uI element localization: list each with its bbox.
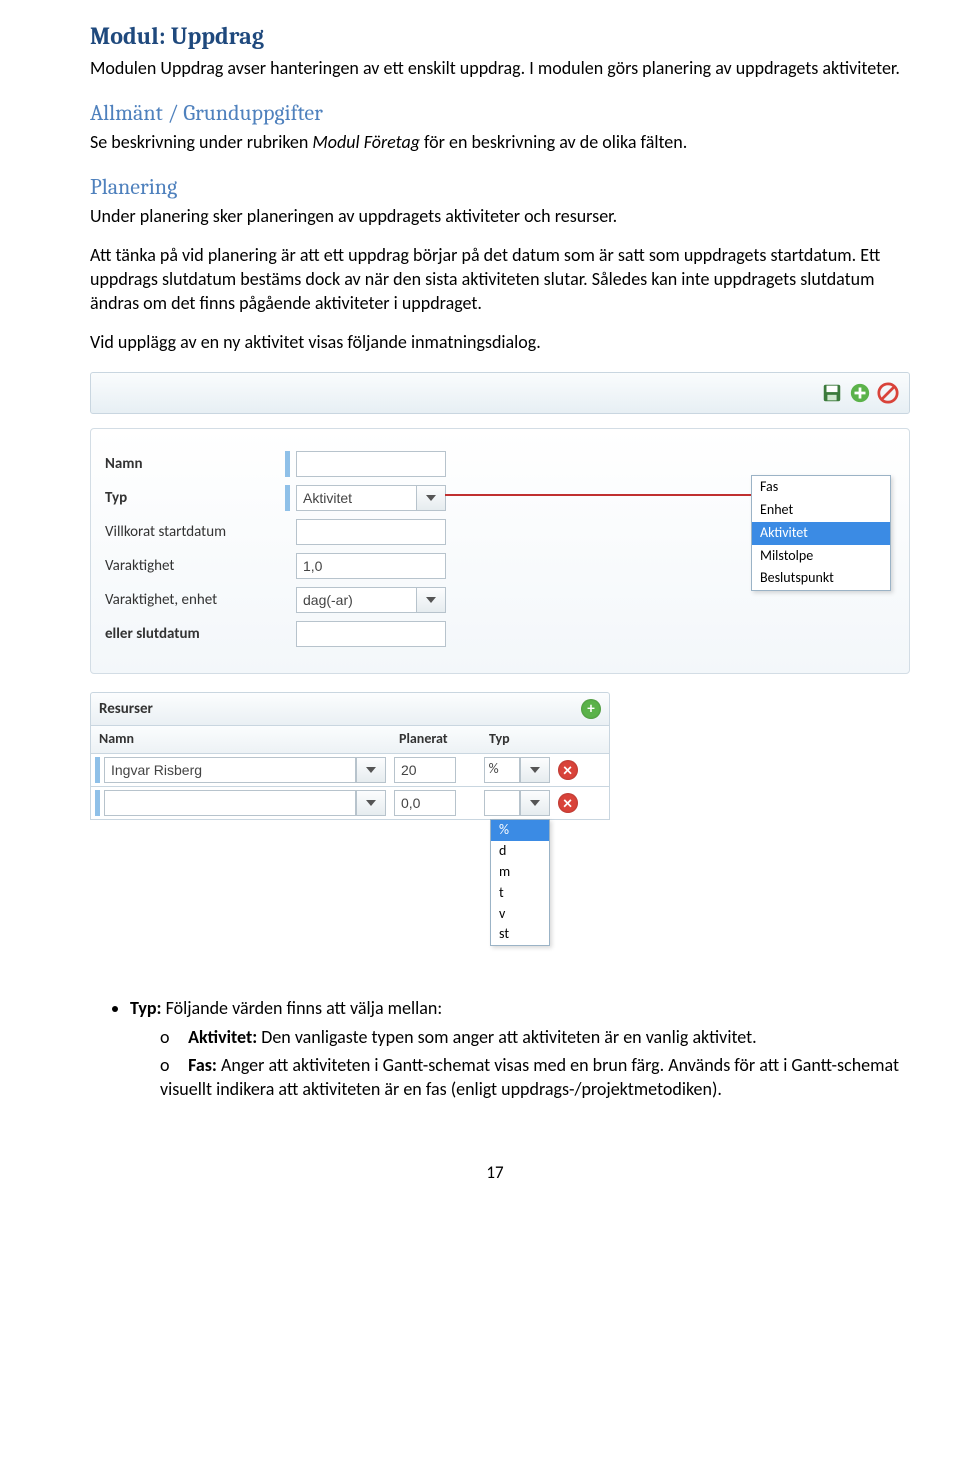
- resource-row: ×: [90, 787, 610, 820]
- typ-unit-option[interactable]: m: [491, 862, 549, 883]
- typ-unit-option[interactable]: t: [491, 883, 549, 904]
- enhet-dropdown-button[interactable]: [416, 587, 446, 613]
- resource-planerat-input[interactable]: [394, 757, 456, 783]
- heading-planering: Planering: [90, 173, 900, 203]
- required-mark: [285, 485, 290, 511]
- typ-dropdown-button[interactable]: [416, 485, 446, 511]
- save-icon[interactable]: [821, 382, 843, 404]
- label-slutdatum: eller slutdatum: [105, 624, 285, 644]
- chevron-down-icon: [426, 597, 436, 603]
- col-planerat: Planerat: [391, 726, 481, 753]
- typ-unit-option-selected[interactable]: %: [491, 820, 549, 841]
- resources-title: Resurser: [99, 699, 153, 719]
- planering-p2: Att tänka på vid planering är att ett up…: [90, 243, 900, 316]
- allmant-ital: Modul Företag: [312, 131, 420, 153]
- planering-p3: Vid upplägg av en ny aktivitet visas föl…: [90, 330, 900, 354]
- namn-input[interactable]: [296, 451, 446, 477]
- allmant-text: Se beskrivning under rubriken Modul Före…: [90, 130, 900, 154]
- intro-paragraph: Modulen Uppdrag avser hanteringen av ett…: [90, 56, 900, 80]
- allmant-pre: Se beskrivning under rubriken: [90, 131, 312, 153]
- typ-unit-option[interactable]: d: [491, 841, 549, 862]
- col-name: Namn: [91, 726, 391, 753]
- required-mark: [285, 451, 290, 477]
- typ-unit-option[interactable]: st: [491, 924, 549, 945]
- label-varaktighet-enhet: Varaktighet, enhet: [105, 590, 285, 610]
- list-marker: o: [160, 1025, 184, 1049]
- resource-name-input[interactable]: [104, 757, 356, 783]
- resource-typ-dropdown[interactable]: [520, 757, 550, 783]
- varaktighet-input[interactable]: [296, 553, 446, 579]
- sub-bullet-label: Fas:: [188, 1054, 217, 1076]
- resources-header: Resurser +: [90, 692, 610, 726]
- typ-option[interactable]: Beslutspunkt: [752, 567, 890, 590]
- planering-p1: Under planering sker planeringen av uppd…: [90, 204, 900, 228]
- add-resource-icon[interactable]: +: [581, 699, 601, 719]
- cancel-icon[interactable]: [877, 382, 899, 404]
- delete-resource-icon[interactable]: ×: [558, 793, 578, 813]
- sub-bullet-text: Den vanligaste typen som anger att aktiv…: [257, 1026, 757, 1048]
- villkorat-input[interactable]: [296, 519, 446, 545]
- resource-name-dropdown[interactable]: [356, 757, 386, 783]
- label-namn: Namn: [105, 454, 285, 474]
- sub-bullet-label: Aktivitet:: [188, 1026, 257, 1048]
- activity-form: Namn Typ Villkorat startdatum Varaktighe…: [90, 428, 910, 674]
- chevron-down-icon: [426, 495, 436, 501]
- resource-name-input[interactable]: [104, 790, 356, 816]
- bullet-typ-label: Typ:: [130, 997, 162, 1019]
- typ-unit-option[interactable]: v: [491, 904, 549, 925]
- resource-name-dropdown[interactable]: [356, 790, 386, 816]
- col-typ: Typ: [481, 726, 571, 753]
- label-typ: Typ: [105, 488, 285, 508]
- label-villkorat: Villkorat startdatum: [105, 522, 285, 542]
- label-varaktighet: Varaktighet: [105, 556, 285, 576]
- delete-resource-icon[interactable]: ×: [558, 760, 578, 780]
- page-title: Modul: Uppdrag: [90, 20, 900, 52]
- resource-typ-input[interactable]: [484, 790, 520, 816]
- varaktighet-enhet-input[interactable]: [296, 587, 416, 613]
- resource-row: % ×: [90, 754, 610, 787]
- chevron-down-icon: [366, 800, 376, 806]
- add-icon[interactable]: [849, 382, 871, 404]
- resource-typ-input[interactable]: %: [484, 757, 520, 783]
- resource-planerat-input[interactable]: [394, 790, 456, 816]
- sub-bullet-text: Anger att aktiviteten i Gantt-schemat vi…: [160, 1054, 899, 1100]
- sub-bullet: o Fas: Anger att aktiviteten i Gantt-sch…: [160, 1053, 900, 1102]
- required-mark: [95, 790, 100, 816]
- typ-option-selected[interactable]: Aktivitet: [752, 522, 890, 545]
- heading-allmant: Allmänt / Grunduppgifter: [90, 99, 900, 129]
- chevron-down-icon: [530, 800, 540, 806]
- typ-input[interactable]: [296, 485, 416, 511]
- typ-option[interactable]: Enhet: [752, 499, 890, 522]
- resources-columns: Namn Planerat Typ: [90, 726, 610, 754]
- row-slutdatum: eller slutdatum: [105, 617, 895, 651]
- slutdatum-input[interactable]: [296, 621, 446, 647]
- toolbar: [90, 372, 910, 414]
- typ-option[interactable]: Fas: [752, 476, 890, 499]
- resources-panel: Resurser + Namn Planerat Typ % ×: [90, 692, 610, 946]
- typ-option[interactable]: Milstolpe: [752, 545, 890, 568]
- bullet-typ-text: Följande värden finns att välja mellan:: [162, 997, 443, 1019]
- required-mark: [95, 757, 100, 783]
- page-number: 17: [90, 1162, 900, 1185]
- typ-unit-popup: % d m t v st: [490, 819, 550, 946]
- bullet-list: Typ: Följande värden finns att välja mel…: [90, 996, 900, 1101]
- sub-bullet: o Aktivitet: Den vanligaste typen som an…: [160, 1025, 900, 1049]
- chevron-down-icon: [530, 767, 540, 773]
- resource-typ-dropdown[interactable]: [520, 790, 550, 816]
- typ-options-popup: Fas Enhet Aktivitet Milstolpe Beslutspun…: [751, 475, 891, 591]
- chevron-down-icon: [366, 767, 376, 773]
- dialog-screenshot: Namn Typ Villkorat startdatum Varaktighe…: [90, 372, 910, 946]
- arrow-icon: [445, 494, 755, 496]
- bullet-typ: Typ: Följande värden finns att välja mel…: [130, 996, 900, 1101]
- list-marker: o: [160, 1053, 184, 1077]
- allmant-post: för en beskrivning av de olika fälten.: [420, 131, 687, 153]
